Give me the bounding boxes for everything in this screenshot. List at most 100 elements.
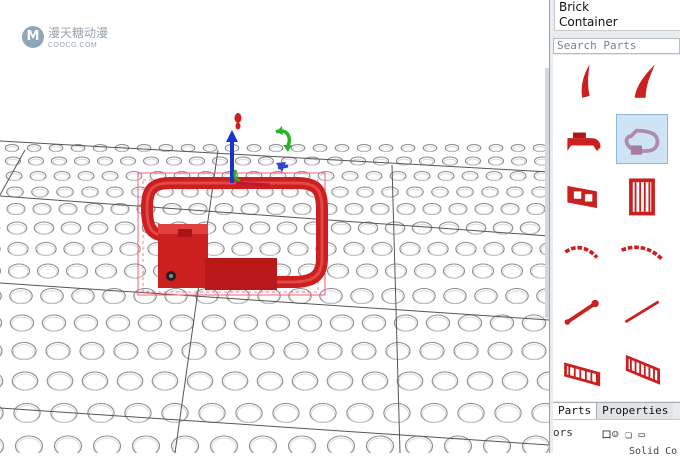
stud-inner bbox=[492, 317, 512, 331]
stud-inner bbox=[218, 345, 239, 360]
stud-inner bbox=[344, 174, 357, 181]
stud-inner bbox=[99, 159, 111, 165]
stud-inner bbox=[154, 374, 177, 390]
part-tile[interactable] bbox=[616, 171, 668, 221]
search-parts[interactable] bbox=[553, 36, 680, 52]
part-tile[interactable] bbox=[558, 285, 610, 335]
stud-inner bbox=[61, 206, 76, 215]
tab-properties[interactable]: Properties bbox=[597, 403, 673, 419]
stud-inner bbox=[251, 438, 275, 453]
part-tile[interactable] bbox=[616, 114, 668, 164]
property-value[interactable]: ロ☺ ❏ ▭ bbox=[601, 426, 645, 442]
stud-inner bbox=[490, 159, 502, 165]
stud-inner bbox=[172, 317, 192, 331]
stud-inner bbox=[76, 159, 88, 165]
barrier-fence-angled-icon bbox=[618, 343, 666, 391]
part-tile[interactable] bbox=[616, 285, 668, 335]
stud-inner bbox=[529, 206, 544, 215]
stud-inner bbox=[14, 374, 37, 390]
stud-inner bbox=[399, 374, 422, 390]
stud-inner bbox=[524, 438, 548, 453]
stud-inner bbox=[425, 147, 436, 152]
stud-inner bbox=[290, 291, 310, 304]
stud-inner bbox=[522, 224, 539, 234]
stud-inner bbox=[332, 317, 352, 331]
rotate-x-handle bbox=[235, 113, 242, 123]
stud-inner bbox=[65, 245, 82, 256]
category-list[interactable]: Brick Container bbox=[554, 0, 680, 31]
stud-inner bbox=[121, 245, 138, 256]
stud-inner bbox=[134, 438, 158, 453]
stud-inner bbox=[469, 147, 480, 152]
stud-inner bbox=[352, 159, 364, 165]
category-item-brick[interactable]: Brick bbox=[555, 0, 680, 15]
stud-inner bbox=[140, 317, 160, 331]
stud-inner bbox=[29, 147, 40, 152]
stud-inner bbox=[283, 189, 297, 197]
stud-inner bbox=[116, 345, 137, 360]
stud-inner bbox=[49, 374, 72, 390]
stud-inner bbox=[476, 291, 496, 304]
stud-inner bbox=[104, 174, 117, 181]
part-tile[interactable] bbox=[558, 399, 610, 401]
stud-inner bbox=[428, 317, 448, 331]
stud-inner bbox=[268, 317, 288, 331]
stud-inner bbox=[76, 317, 96, 331]
search-input[interactable] bbox=[553, 38, 680, 54]
stud bbox=[347, 404, 373, 423]
stud bbox=[327, 372, 353, 390]
stud-inner bbox=[117, 224, 134, 234]
stud-inner bbox=[416, 266, 434, 278]
stud-inner bbox=[315, 147, 326, 152]
stud-inner bbox=[320, 174, 333, 181]
stud-inner bbox=[485, 245, 502, 256]
stud-inner bbox=[485, 438, 509, 453]
rotate-y-arrowhead bbox=[283, 145, 292, 152]
stud-inner bbox=[360, 224, 377, 234]
part-tile[interactable] bbox=[558, 57, 610, 107]
stud-inner bbox=[95, 438, 119, 453]
tab-parts[interactable]: Parts bbox=[553, 403, 597, 419]
stud-inner bbox=[381, 147, 392, 152]
stud-inner bbox=[464, 174, 477, 181]
stud bbox=[467, 372, 493, 390]
stud bbox=[362, 372, 388, 390]
category-item-container[interactable]: Container bbox=[555, 15, 680, 30]
part-tile[interactable] bbox=[616, 57, 668, 107]
stud-inner bbox=[352, 291, 372, 304]
stud bbox=[0, 289, 1, 304]
stud-inner bbox=[200, 406, 223, 423]
3d-viewport[interactable]: M 漫天糖动漫 COOCG.COM bbox=[0, 0, 549, 453]
part-tile[interactable] bbox=[616, 342, 668, 392]
stud bbox=[432, 372, 458, 390]
stud-inner bbox=[337, 147, 348, 152]
stud-inner bbox=[320, 345, 341, 360]
stud-inner bbox=[458, 189, 472, 197]
stud-inner bbox=[53, 159, 65, 165]
stud-inner bbox=[48, 345, 69, 360]
stud-inner bbox=[407, 438, 431, 453]
stud bbox=[384, 404, 410, 423]
half-part-icon bbox=[560, 400, 608, 401]
part-tile[interactable] bbox=[558, 342, 610, 392]
stud-inner bbox=[63, 224, 80, 234]
part-tile[interactable] bbox=[616, 228, 668, 278]
part-tile[interactable] bbox=[558, 171, 610, 221]
stud-inner bbox=[14, 345, 35, 360]
stud-inner bbox=[233, 189, 247, 197]
stud-inner bbox=[208, 189, 222, 197]
stud-inner bbox=[392, 174, 405, 181]
stud-inner bbox=[52, 406, 75, 423]
baseplate-scene[interactable] bbox=[0, 0, 549, 453]
stud-inner bbox=[483, 189, 497, 197]
stud-inner bbox=[68, 266, 86, 278]
parts-grid[interactable] bbox=[553, 55, 680, 401]
stud-inner bbox=[271, 147, 282, 152]
chain-curve-long-icon bbox=[618, 229, 666, 277]
handle-stud bbox=[178, 229, 192, 237]
stud-inner bbox=[444, 159, 456, 165]
part-tile[interactable] bbox=[558, 114, 610, 164]
part-tile[interactable] bbox=[558, 228, 610, 278]
stud-inner bbox=[513, 245, 530, 256]
stud-inner bbox=[260, 159, 272, 165]
